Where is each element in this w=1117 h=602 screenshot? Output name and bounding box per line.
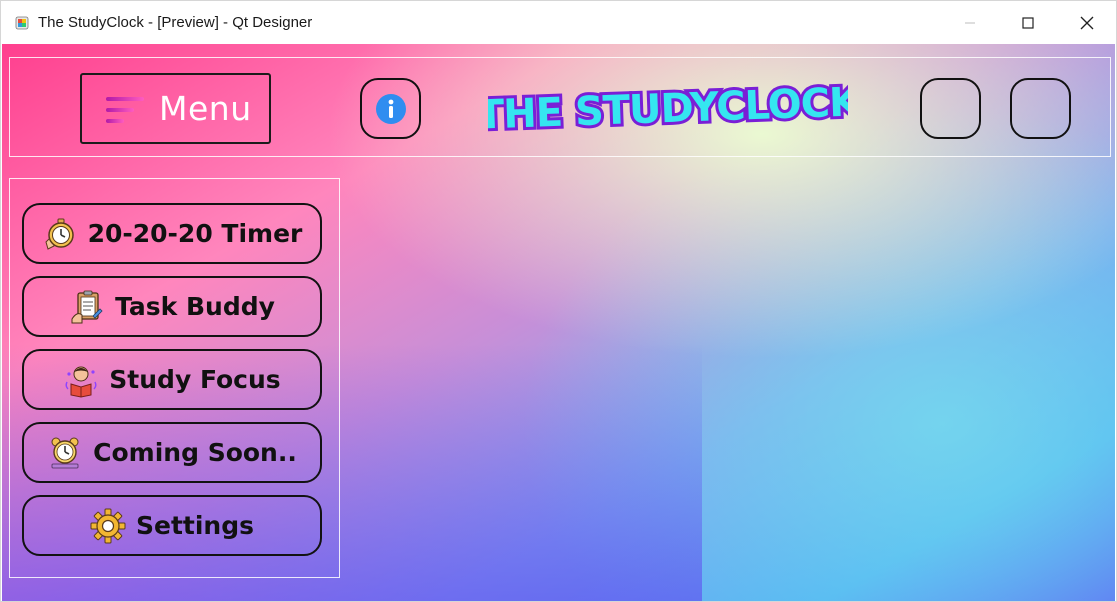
main-canvas: Menu THE STUDYCLOCK 20-20-20 Timer Task … <box>2 44 1115 601</box>
stopwatch-icon <box>45 218 74 250</box>
info-button[interactable] <box>360 78 421 139</box>
close-button[interactable] <box>1058 1 1116 44</box>
minimize-button[interactable] <box>941 1 999 44</box>
nav-label-timer: 20-20-20 Timer <box>87 219 303 248</box>
alarm-clock-icon <box>51 437 79 468</box>
nav-button-settings[interactable]: Settings <box>22 495 322 556</box>
menu-label: Menu <box>159 89 252 128</box>
nav-button-task-buddy[interactable]: Task Buddy <box>22 276 322 337</box>
blank-button-1[interactable] <box>920 78 981 139</box>
nav-label-coming-soon: Coming Soon.. <box>93 438 297 467</box>
nav-button-coming-soon[interactable]: Coming Soon.. <box>22 422 322 483</box>
maximize-icon <box>1022 16 1034 29</box>
title-bar[interactable]: The StudyClock - [Preview] - Qt Designer <box>1 1 1116 44</box>
logo-text: THE STUDYCLOCK <box>488 79 848 138</box>
app-logo: THE STUDYCLOCK <box>473 68 866 148</box>
close-icon <box>1080 16 1094 29</box>
sidebar-menu: 20-20-20 Timer Task Buddy Study Focus Co… <box>9 178 340 578</box>
blank-button-2[interactable] <box>1010 78 1071 139</box>
hamburger-icon <box>106 97 144 123</box>
info-icon <box>376 94 406 124</box>
nav-label-task-buddy: Task Buddy <box>115 292 275 321</box>
app-window: The StudyClock - [Preview] - Qt Designer <box>0 0 1117 602</box>
nav-label-study-focus: Study Focus <box>109 365 281 394</box>
clipboard-icon <box>71 290 103 323</box>
gear-icon <box>90 508 126 543</box>
header-panel: Menu THE STUDYCLOCK <box>9 57 1111 157</box>
nav-button-timer[interactable]: 20-20-20 Timer <box>22 203 322 264</box>
nav-label-settings: Settings <box>135 511 254 540</box>
window-title: The StudyClock - [Preview] - Qt Designer <box>38 14 313 31</box>
menu-button[interactable]: Menu <box>80 73 271 144</box>
reading-student-icon <box>65 366 97 398</box>
qt-designer-icon <box>15 16 29 30</box>
maximize-button[interactable] <box>999 1 1057 44</box>
minimize-icon <box>965 22 975 23</box>
nav-button-study-focus[interactable]: Study Focus <box>22 349 322 410</box>
